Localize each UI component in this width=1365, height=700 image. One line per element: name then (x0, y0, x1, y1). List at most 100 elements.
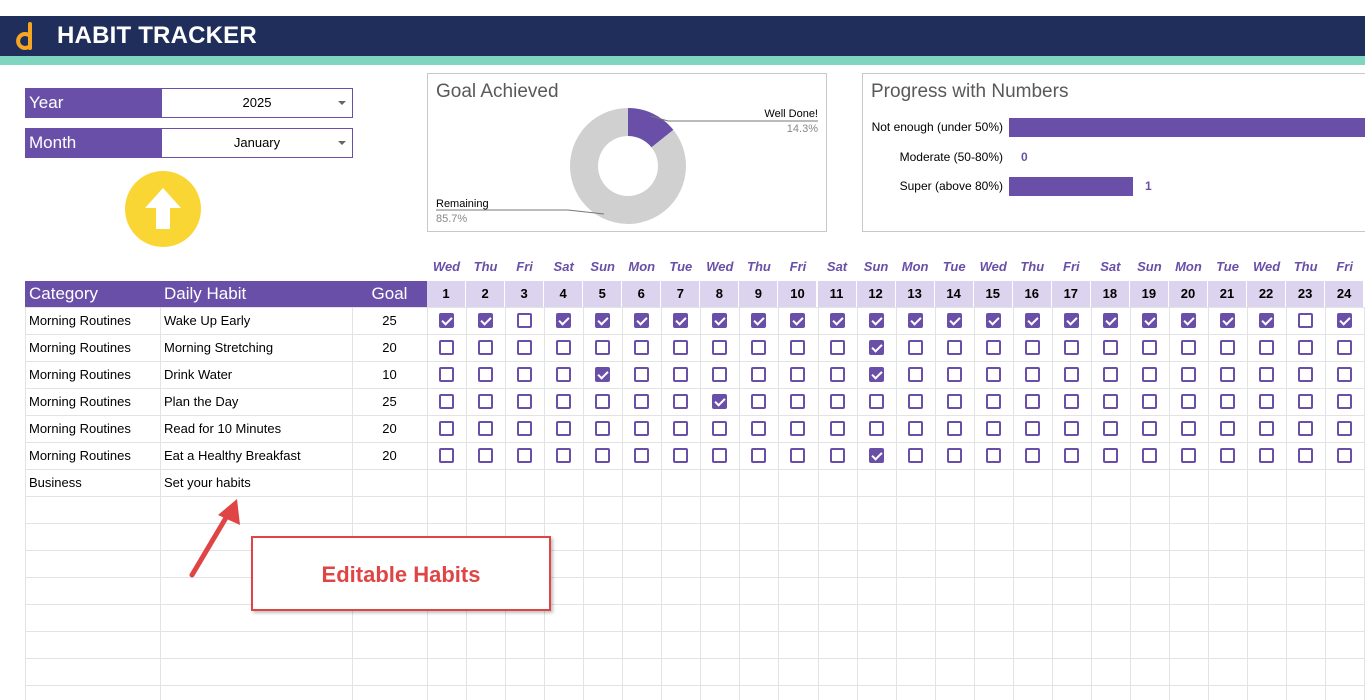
habit-checkbox[interactable] (790, 313, 806, 328)
habit-checkbox[interactable] (1141, 340, 1157, 355)
habit-checkbox[interactable] (439, 394, 455, 409)
habit-checkbox[interactable] (1063, 313, 1079, 328)
habit-checkbox[interactable] (478, 367, 494, 382)
habit-checkbox[interactable] (673, 367, 689, 382)
habit-checkbox[interactable] (829, 340, 845, 355)
habit-checkbox[interactable] (868, 313, 884, 328)
habit-checkbox[interactable] (1220, 394, 1236, 409)
habit-checkbox[interactable] (1220, 367, 1236, 382)
habit-checkbox[interactable] (829, 421, 845, 436)
habit-checkbox[interactable] (478, 421, 494, 436)
habit-checkbox[interactable] (1024, 367, 1040, 382)
habit-checkbox[interactable] (751, 367, 767, 382)
goal-cell[interactable]: 25 (352, 388, 427, 415)
category-cell[interactable]: Morning Routines (25, 442, 160, 469)
habit-checkbox[interactable] (1063, 367, 1079, 382)
category-cell[interactable]: Morning Routines (25, 415, 160, 442)
habit-checkbox[interactable] (478, 313, 494, 328)
habit-checkbox[interactable] (1063, 394, 1079, 409)
habit-checkbox[interactable] (1141, 367, 1157, 382)
habit-checkbox[interactable] (946, 448, 962, 463)
habit-checkbox[interactable] (556, 340, 572, 355)
habit-checkbox[interactable] (829, 448, 845, 463)
habit-checkbox[interactable] (1298, 448, 1314, 463)
habit-checkbox[interactable] (673, 313, 689, 328)
habit-checkbox[interactable] (556, 313, 572, 328)
habit-checkbox[interactable] (985, 448, 1001, 463)
habit-checkbox[interactable] (673, 394, 689, 409)
habit-checkbox[interactable] (712, 367, 728, 382)
habit-checkbox[interactable] (1337, 448, 1353, 463)
habit-checkbox[interactable] (1141, 394, 1157, 409)
habit-checkbox[interactable] (868, 448, 884, 463)
habit-checkbox[interactable] (712, 394, 728, 409)
habit-checkbox[interactable] (1102, 421, 1118, 436)
habit-checkbox[interactable] (1337, 394, 1353, 409)
habit-cell[interactable]: Set your habits (160, 469, 352, 496)
habit-checkbox[interactable] (946, 340, 962, 355)
habit-checkbox[interactable] (1337, 340, 1353, 355)
habit-checkbox[interactable] (790, 448, 806, 463)
habit-checkbox[interactable] (790, 394, 806, 409)
habit-checkbox[interactable] (1337, 313, 1353, 328)
habit-checkbox[interactable] (1102, 340, 1118, 355)
habit-checkbox[interactable] (1024, 313, 1040, 328)
habit-checkbox[interactable] (751, 421, 767, 436)
habit-checkbox[interactable] (1180, 394, 1196, 409)
habit-checkbox[interactable] (751, 340, 767, 355)
habit-checkbox[interactable] (1180, 367, 1196, 382)
habit-cell[interactable]: Drink Water (160, 361, 352, 388)
habit-checkbox[interactable] (751, 394, 767, 409)
habit-cell[interactable]: Eat a Healthy Breakfast (160, 442, 352, 469)
habit-checkbox[interactable] (868, 421, 884, 436)
scroll-up-button[interactable] (125, 171, 201, 247)
habit-checkbox[interactable] (829, 367, 845, 382)
habit-checkbox[interactable] (1102, 313, 1118, 328)
habit-checkbox[interactable] (595, 340, 611, 355)
habit-checkbox[interactable] (556, 367, 572, 382)
habit-checkbox[interactable] (556, 448, 572, 463)
habit-checkbox[interactable] (946, 394, 962, 409)
habit-checkbox[interactable] (1298, 394, 1314, 409)
habit-checkbox[interactable] (1141, 313, 1157, 328)
habit-checkbox[interactable] (868, 340, 884, 355)
habit-checkbox[interactable] (1024, 394, 1040, 409)
habit-checkbox[interactable] (712, 448, 728, 463)
habit-checkbox[interactable] (634, 448, 650, 463)
habit-cell[interactable]: Read for 10 Minutes (160, 415, 352, 442)
habit-checkbox[interactable] (1063, 340, 1079, 355)
category-cell[interactable]: Morning Routines (25, 334, 160, 361)
habit-checkbox[interactable] (595, 448, 611, 463)
habit-checkbox[interactable] (439, 448, 455, 463)
habit-cell[interactable]: Morning Stretching (160, 334, 352, 361)
habit-checkbox[interactable] (985, 340, 1001, 355)
habit-checkbox[interactable] (946, 313, 962, 328)
habit-checkbox[interactable] (907, 367, 923, 382)
habit-checkbox[interactable] (556, 421, 572, 436)
habit-checkbox[interactable] (907, 448, 923, 463)
goal-cell[interactable]: 20 (352, 334, 427, 361)
habit-checkbox[interactable] (946, 367, 962, 382)
habit-checkbox[interactable] (868, 367, 884, 382)
habit-checkbox[interactable] (517, 340, 533, 355)
habit-checkbox[interactable] (790, 367, 806, 382)
habit-checkbox[interactable] (1337, 421, 1353, 436)
habit-checkbox[interactable] (517, 448, 533, 463)
habit-checkbox[interactable] (985, 421, 1001, 436)
habit-checkbox[interactable] (985, 367, 1001, 382)
habit-checkbox[interactable] (1259, 448, 1275, 463)
habit-checkbox[interactable] (790, 340, 806, 355)
category-cell[interactable]: Business (25, 469, 160, 496)
habit-checkbox[interactable] (478, 394, 494, 409)
habit-checkbox[interactable] (1102, 394, 1118, 409)
habit-checkbox[interactable] (1337, 367, 1353, 382)
habit-checkbox[interactable] (907, 340, 923, 355)
habit-checkbox[interactable] (712, 421, 728, 436)
habit-checkbox[interactable] (1063, 448, 1079, 463)
goal-cell[interactable]: 20 (352, 415, 427, 442)
habit-checkbox[interactable] (1220, 448, 1236, 463)
habit-checkbox[interactable] (595, 394, 611, 409)
habit-checkbox[interactable] (634, 421, 650, 436)
habit-checkbox[interactable] (634, 313, 650, 328)
habit-cell[interactable]: Wake Up Early (160, 307, 352, 334)
